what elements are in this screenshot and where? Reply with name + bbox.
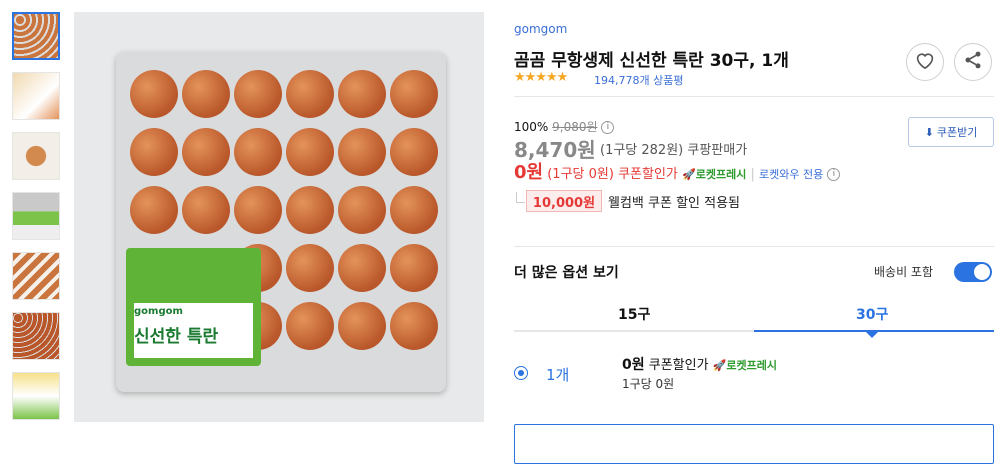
egg <box>182 128 230 176</box>
wishlist-button[interactable] <box>906 43 944 81</box>
coupon-price: 0원 <box>514 162 544 183</box>
thumbnail-6[interactable] <box>12 312 60 360</box>
egg <box>130 186 178 234</box>
egg <box>234 186 282 234</box>
divider <box>514 96 994 97</box>
info-icon[interactable]: i <box>827 168 841 181</box>
egg <box>182 70 230 118</box>
egg <box>338 186 386 234</box>
discount-percent: 100% <box>514 120 549 134</box>
egg <box>234 128 282 176</box>
egg <box>390 186 438 234</box>
option-select-box[interactable] <box>514 424 994 464</box>
label-brand: gomgom <box>134 306 183 317</box>
thumbnail-3[interactable] <box>12 132 60 180</box>
sale-price-unit: (1구당 282원) 쿠팡판매가 <box>600 143 748 158</box>
egg <box>390 302 438 350</box>
radio-dot <box>518 370 524 376</box>
thumbnail-7[interactable] <box>12 372 60 420</box>
toggle-knob <box>974 264 990 280</box>
review-count-link[interactable]: 194,778개 상품평 <box>594 72 683 88</box>
thumbnail-2[interactable] <box>12 72 60 120</box>
coupon-price-unit: (1구당 0원) 쿠폰할인가 <box>547 167 678 182</box>
egg <box>286 302 334 350</box>
tree-connector <box>516 192 525 203</box>
option-rocket-badge: 🚀로켓프레시 <box>713 359 777 372</box>
rocket-wow-label: 로켓와우 전용 <box>759 168 824 181</box>
egg <box>338 128 386 176</box>
product-main-image: gomgom 신선한 특란 <box>74 12 484 422</box>
rocket-icon: 🚀 <box>712 359 727 372</box>
rocket-icon: 🚀 <box>682 168 696 181</box>
shipping-toggle[interactable] <box>954 262 992 282</box>
download-icon: ⬇ <box>924 125 934 139</box>
tab-15[interactable]: 15구 <box>618 304 650 324</box>
egg <box>286 128 334 176</box>
option-rocket-label: 로켓프레시 <box>726 359 778 372</box>
egg <box>286 244 334 292</box>
egg <box>338 244 386 292</box>
option-quantity[interactable]: 1개 <box>546 364 569 385</box>
discount-line: 100% 9,080원 i <box>514 118 615 135</box>
rocket-fresh-badge: 🚀로켓프레시 <box>682 168 746 181</box>
heart-icon <box>915 51 935 73</box>
coupon-price-row: 0원 (1구당 0원) 쿠폰할인가 🚀로켓프레시 | 로켓와우 전용 i <box>514 158 841 184</box>
thumbnail-1[interactable] <box>12 12 60 60</box>
option-unit-price: 1구당 0원 <box>622 377 675 391</box>
original-price: 9,080원 <box>552 120 598 134</box>
thumbnail-5[interactable] <box>12 252 60 300</box>
coupon-button-label: 쿠폰받기 <box>936 126 978 139</box>
egg-tray: gomgom 신선한 특란 <box>116 52 446 392</box>
divider <box>514 246 994 247</box>
egg <box>338 70 386 118</box>
info-icon[interactable]: i <box>601 121 615 134</box>
welcome-coupon-amount: 10,000원 <box>526 190 602 212</box>
thumbnail-list <box>12 12 64 432</box>
egg <box>390 244 438 292</box>
brand-link[interactable]: gomgom <box>514 22 567 36</box>
egg <box>130 70 178 118</box>
more-options-heading: 더 많은 옵션 보기 <box>514 265 619 281</box>
option-price-desc: 쿠폰할인가 <box>648 358 709 373</box>
separator: | <box>750 167 755 182</box>
thumbnail-4[interactable] <box>12 192 60 240</box>
label-title: 신선한 특란 <box>134 327 219 347</box>
share-button[interactable] <box>954 43 992 81</box>
option-price: 0원 <box>622 357 645 373</box>
tab-arrow-icon <box>866 332 878 338</box>
package-label: gomgom 신선한 특란 <box>126 248 261 366</box>
option-radio[interactable] <box>514 366 528 380</box>
egg <box>130 128 178 176</box>
egg <box>286 70 334 118</box>
egg <box>234 70 282 118</box>
rocket-fresh-label: 로켓프레시 <box>695 168 747 181</box>
welcome-coupon-text: 웰컴백 쿠폰 할인 적용됨 <box>608 196 740 211</box>
option-price-row: 0원 쿠폰할인가 🚀로켓프레시 <box>622 354 777 374</box>
shipping-toggle-label: 배송비 포함 <box>874 265 934 279</box>
egg <box>286 186 334 234</box>
share-icon <box>963 50 983 74</box>
rating-stars: ★★★★★ <box>514 70 568 85</box>
egg <box>182 186 230 234</box>
coupon-download-button[interactable]: ⬇ 쿠폰받기 <box>908 117 994 147</box>
tab-30[interactable]: 30구 <box>856 304 888 324</box>
egg <box>390 128 438 176</box>
egg <box>338 302 386 350</box>
product-title: 곰곰 무항생제 신선한 특란 30구, 1개 <box>514 51 789 71</box>
egg <box>390 70 438 118</box>
